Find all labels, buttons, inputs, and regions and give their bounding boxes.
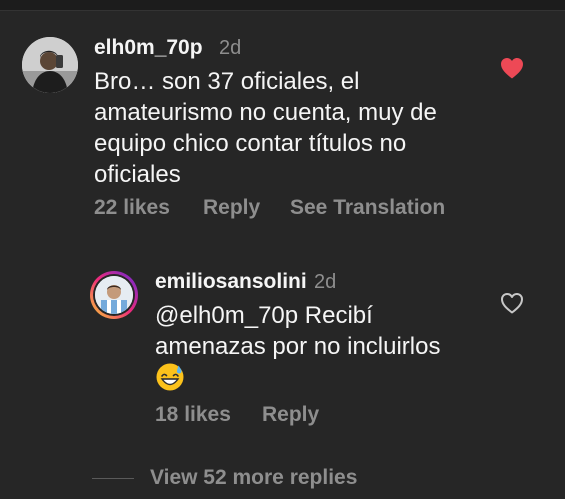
- heart-filled-icon[interactable]: [500, 57, 524, 84]
- view-more-replies-button[interactable]: View 52 more replies: [150, 466, 357, 490]
- comment-timestamp: 2d: [219, 37, 242, 59]
- reply-timestamp: 2d: [314, 271, 337, 293]
- comment-line: amateurismo no cuenta, muy de: [94, 99, 437, 126]
- reply-body: @elh0m_70p Recibí amenazas por no inclui…: [155, 300, 440, 396]
- reply-line: @elh0m_70p Recibí: [155, 300, 440, 331]
- reply-line: amenazas por no incluirlos: [155, 333, 441, 360]
- reply-username[interactable]: emiliosansolini: [155, 270, 307, 294]
- see-translation-button[interactable]: See Translation: [290, 196, 445, 220]
- mention-link[interactable]: @elh0m_70p: [155, 302, 298, 329]
- avatar-photo-icon: [95, 276, 133, 314]
- reply-line: 😅: [155, 362, 440, 396]
- comment-username[interactable]: elh0m_70p: [94, 36, 203, 60]
- comment-line: equipo chico contar títulos no: [94, 130, 407, 157]
- comment-avatar[interactable]: [22, 37, 78, 93]
- reply-likes-count[interactable]: 18 likes: [155, 403, 231, 427]
- avatar-photo-icon: [22, 37, 78, 93]
- comment-line: Bro… son 37 oficiales, el: [94, 68, 360, 95]
- previous-comment-edge: [0, 0, 565, 11]
- comment-body: Bro… son 37 oficiales, el amateurismo no…: [94, 66, 437, 190]
- reply-reply-button[interactable]: Reply: [262, 403, 319, 427]
- comment-line: oficiales: [94, 161, 181, 188]
- story-ring: [93, 274, 135, 316]
- comment-reply-button[interactable]: Reply: [203, 196, 260, 220]
- reply-line-text: Recibí: [298, 302, 373, 329]
- heart-outline-icon[interactable]: [500, 292, 524, 319]
- reply-avatar[interactable]: [90, 271, 138, 319]
- comment-likes-count[interactable]: 22 likes: [94, 196, 170, 220]
- view-replies-divider: [92, 478, 134, 479]
- grinning-sweat-emoji-icon: [156, 363, 184, 391]
